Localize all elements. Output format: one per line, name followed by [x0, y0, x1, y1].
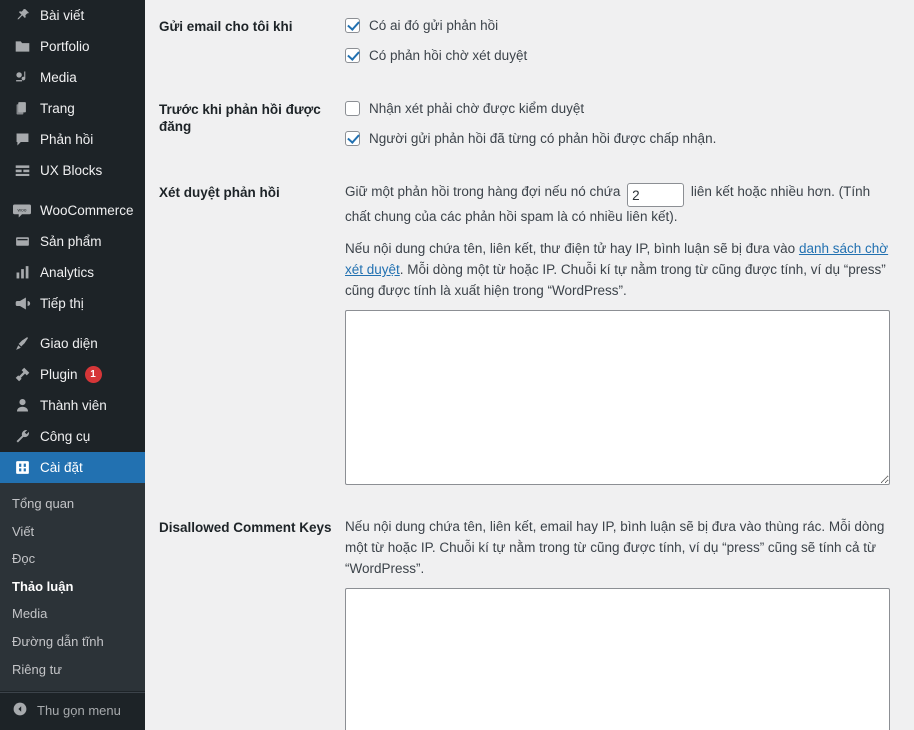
section-label-disallowed-keys: Disallowed Comment Keys	[159, 519, 332, 535]
sidebar-item-label: Công cụ	[40, 429, 91, 444]
collapse-menu-wrap: Thu gọn menu	[0, 692, 145, 727]
woo-icon: woo	[12, 203, 32, 219]
sidebar-item-label: Phản hồi	[40, 132, 94, 147]
sidebar-item-users[interactable]: Thành viên	[0, 390, 145, 421]
settings-icon	[12, 459, 32, 476]
sidebar-divider	[0, 319, 145, 328]
pin-icon	[12, 7, 32, 24]
moderation-desc-part1: Nếu nội dung chứa tên, liên kết, thư điệ…	[345, 241, 799, 257]
sidebar-item-portfolio[interactable]: Portfolio	[0, 31, 145, 62]
checkbox-row[interactable]: Người gửi phản hồi đã từng có phản hồi đ…	[345, 129, 904, 150]
submenu-item-general[interactable]: Tổng quan	[0, 490, 145, 518]
wrench-icon	[12, 428, 32, 445]
chart-icon	[12, 264, 32, 281]
folder-icon	[12, 38, 32, 55]
sidebar-item-woocommerce[interactable]: woo WooCommerce	[0, 195, 145, 226]
checkbox-row[interactable]: Có phản hồi chờ xét duyệt	[345, 46, 904, 67]
section-label-comment-moderation: Xét duyệt phản hồi	[159, 184, 280, 200]
sidebar-item-label: Trang	[40, 101, 75, 116]
collapse-menu-label: Thu gọn menu	[37, 702, 121, 718]
submenu-item-reading[interactable]: Đọc	[0, 545, 145, 573]
disallowed-description: Nếu nội dung chứa tên, liên kết, email h…	[345, 518, 885, 576]
submenu-item-permalinks[interactable]: Đường dẫn tĩnh	[0, 628, 145, 656]
pages-icon	[12, 100, 32, 117]
checkbox-label[interactable]: Người gửi phản hồi đã từng có phản hồi đ…	[369, 129, 716, 150]
disallowed-keys-textarea[interactable]	[345, 587, 890, 730]
media-icon	[12, 69, 32, 86]
section-label-email-me: Gửi email cho tôi khi	[159, 19, 293, 34]
checkbox-comment-held-for-moderation[interactable]	[345, 47, 360, 63]
checkbox-label[interactable]: Có ai đó gửi phản hồi	[369, 16, 498, 37]
sidebar-item-posts[interactable]: Bài viết	[0, 0, 145, 31]
sidebar-item-label: Giao diện	[40, 336, 98, 351]
sidebar-item-tools[interactable]: Công cụ	[0, 421, 145, 452]
checkbox-row[interactable]: Nhận xét phải chờ được kiểm duyệt	[345, 99, 904, 120]
table-row-comment-moderation: Xét duyệt phản hồi Giữ một phản hồi tron…	[145, 166, 914, 501]
sidebar-item-comments[interactable]: Phản hồi	[0, 124, 145, 155]
comment-icon	[12, 131, 32, 148]
sidebar-item-label: Plugin	[40, 367, 78, 382]
sidebar-item-label: Media	[40, 70, 77, 85]
checkbox-row[interactable]: Có ai đó gửi phản hồi	[345, 16, 904, 37]
section-body-email-me: Có ai đó gửi phản hồi Có phản hồi chờ xé…	[345, 0, 914, 83]
section-body-disallowed-keys: Nếu nội dung chứa tên, liên kết, email h…	[345, 501, 914, 730]
sidebar-item-analytics[interactable]: Analytics	[0, 257, 145, 288]
chevron-left-icon	[12, 701, 28, 720]
submenu-item-privacy[interactable]: Riêng tư	[0, 656, 145, 684]
table-row-before-comment-appears: Trước khi phản hồi được đăng Nhận xét ph…	[145, 83, 914, 166]
comment-max-links-input[interactable]	[627, 183, 685, 208]
checkbox-comment-must-be-approved[interactable]	[345, 100, 360, 116]
product-icon	[12, 233, 32, 250]
sidebar-item-label: WooCommerce	[40, 203, 134, 218]
sidebar-item-label: Sản phẩm	[40, 234, 102, 249]
submenu-item-discussion[interactable]: Thảo luận	[0, 573, 145, 601]
sidebar-item-label: Bài viết	[40, 8, 85, 23]
plugin-update-badge: 1	[84, 366, 102, 383]
moderation-description: Nếu nội dung chứa tên, liên kết, thư điệ…	[345, 239, 893, 302]
table-row-email-me: Gửi email cho tôi khi Có ai đó gửi phản …	[145, 0, 914, 83]
sidebar-item-label: Portfolio	[40, 39, 90, 54]
moderation-keys-textarea[interactable]	[345, 309, 890, 485]
checkbox-previously-approved[interactable]	[345, 130, 360, 146]
sidebar-divider	[0, 186, 145, 195]
section-body-comment-moderation: Giữ một phản hồi trong hàng đợi nếu nó c…	[345, 166, 914, 501]
admin-sidebar: Bài viết Portfolio Media Trang Phản hồi	[0, 0, 145, 730]
sidebar-item-products[interactable]: Sản phẩm	[0, 226, 145, 257]
plugin-icon	[12, 366, 32, 383]
submenu-item-writing[interactable]: Viết	[0, 518, 145, 546]
sidebar-item-media[interactable]: Media	[0, 62, 145, 93]
sidebar-item-label: UX Blocks	[40, 163, 103, 178]
blocks-icon	[12, 162, 32, 179]
svg-text:woo: woo	[18, 208, 27, 213]
checkbox-label[interactable]: Nhận xét phải chờ được kiểm duyệt	[369, 99, 584, 120]
settings-table: Gửi email cho tôi khi Có ai đó gửi phản …	[145, 0, 914, 730]
moderation-link-rule: Giữ một phản hồi trong hàng đợi nếu nó c…	[345, 182, 893, 228]
sidebar-item-label: Tiếp thị	[40, 296, 84, 311]
section-label-before-comment: Trước khi phản hồi được đăng	[159, 101, 321, 135]
collapse-menu-button[interactable]: Thu gọn menu	[0, 693, 145, 727]
sidebar-item-plugins[interactable]: Plugin 1	[0, 359, 145, 390]
sidebar-item-ux-blocks[interactable]: UX Blocks	[0, 155, 145, 186]
submenu-item-media-settings[interactable]: Media	[0, 600, 145, 628]
wp-admin-screen: Bài viết Portfolio Media Trang Phản hồi	[0, 0, 914, 730]
table-row-disallowed-comment-keys: Disallowed Comment Keys Nếu nội dung chứ…	[145, 501, 914, 730]
sidebar-item-label: Cài đặt	[40, 460, 83, 475]
megaphone-icon	[12, 295, 32, 312]
checkbox-anyone-posts-comment[interactable]	[345, 18, 360, 33]
moderation-text-before: Giữ một phản hồi trong hàng đợi nếu nó c…	[345, 183, 621, 199]
checkbox-label[interactable]: Có phản hồi chờ xét duyệt	[369, 46, 527, 67]
sidebar-item-pages[interactable]: Trang	[0, 93, 145, 124]
section-body-before-comment: Nhận xét phải chờ được kiểm duyệt Người …	[345, 83, 914, 166]
user-icon	[12, 397, 32, 414]
settings-submenu: Tổng quan Viết Đọc Thảo luận Media Đường…	[0, 483, 145, 692]
sidebar-item-marketing[interactable]: Tiếp thị	[0, 288, 145, 319]
sidebar-item-label: Thành viên	[40, 398, 107, 413]
moderation-desc-part2: . Mỗi dòng một từ hoặc IP. Chuỗi kí tự n…	[345, 262, 886, 298]
appearance-icon	[12, 335, 32, 352]
discussion-settings-form: Gửi email cho tôi khi Có ai đó gửi phản …	[145, 0, 914, 730]
sidebar-item-label: Analytics	[40, 265, 95, 280]
sidebar-item-appearance[interactable]: Giao diện	[0, 328, 145, 359]
sidebar-item-settings[interactable]: Cài đặt	[0, 452, 145, 483]
